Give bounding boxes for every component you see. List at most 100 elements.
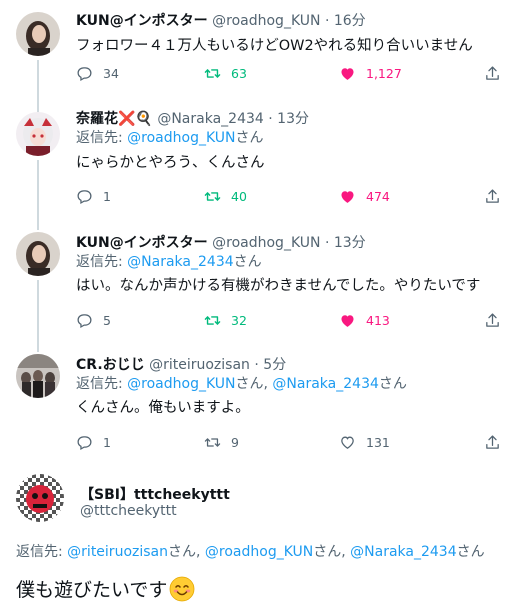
replying-to-label: 返信先: [76, 376, 128, 392]
thread-line [37, 340, 39, 352]
retweet-button[interactable]: 9 [204, 434, 239, 451]
replying-to-label: 返信先: [76, 130, 128, 146]
heart-icon [341, 436, 354, 449]
like-button[interactable]: 131 [339, 434, 390, 451]
retweet-count: 32 [231, 313, 247, 328]
like-button[interactable]: 413 [339, 312, 390, 329]
share-button[interactable] [484, 434, 501, 451]
share-icon [486, 435, 499, 449]
tweet-text: にゃらかとやろう、くんさん [76, 155, 265, 171]
reply-count: 5 [103, 313, 111, 328]
action-bar: 34 63 1,127 [76, 65, 499, 85]
reply-button[interactable]: 34 [76, 65, 119, 82]
retweet-button[interactable]: 63 [204, 65, 247, 82]
retweet-count: 9 [231, 435, 239, 450]
mention-link[interactable]: @riteiruozisan [67, 544, 168, 560]
replying-to: 返信先: @roadhog_KUNさん, @Naraka_2434さん [76, 376, 407, 392]
honorific: さん [378, 376, 407, 392]
honorific: さん [456, 544, 485, 560]
share-button[interactable] [484, 312, 501, 329]
handle[interactable]: @roadhog_KUN [212, 235, 320, 251]
mention-link[interactable]: @Naraka_2434 [127, 254, 233, 270]
like-count: 413 [366, 313, 390, 328]
retweet-icon [204, 316, 221, 325]
tweet-header: KUN@インポスター @roadhog_KUN · 16分 [76, 12, 497, 30]
replying-to-label: 返信先: [16, 544, 68, 560]
like-button[interactable]: 474 [339, 188, 390, 205]
separator-dot: · [268, 111, 278, 127]
separator-dot: · [324, 13, 334, 29]
mention-separator: , [341, 544, 351, 560]
reply-button[interactable]: 1 [76, 188, 111, 205]
handle[interactable]: @roadhog_KUN [212, 13, 320, 29]
honorific: さん [168, 544, 196, 560]
thread-line [37, 280, 39, 340]
replying-to-label: 返信先: [76, 254, 128, 270]
share-button[interactable] [484, 65, 501, 82]
like-button[interactable]: 1,127 [339, 65, 402, 82]
retweet-icon [204, 69, 221, 78]
display-name[interactable]: KUN@インポスター [76, 13, 208, 29]
tweet-text: 僕も遊びたいです [16, 575, 195, 602]
replying-to: 返信先: @roadhog_KUNさん [76, 128, 497, 148]
honorific: さん [235, 130, 264, 146]
reply-count: 1 [103, 189, 111, 204]
tweet-text: くんさん。俺もいますよ。 [76, 400, 250, 416]
tweet-header: KUN@インポスター @roadhog_KUN · 13分 [76, 234, 497, 252]
replying-to: 返信先: @Naraka_2434さん [76, 252, 497, 272]
separator-dot: · [254, 357, 264, 373]
timestamp[interactable]: 13分 [334, 235, 366, 251]
thread-line [37, 224, 39, 230]
mention-link[interactable]: @roadhog_KUN [205, 544, 313, 560]
mention-link[interactable]: @roadhog_KUN [127, 376, 235, 392]
mention-link[interactable]: @Naraka_2434 [272, 376, 378, 392]
avatar[interactable] [16, 232, 60, 276]
handle[interactable]: @Naraka_2434 [157, 111, 263, 127]
retweet-icon [204, 192, 221, 201]
share-icon [486, 313, 499, 327]
retweet-count: 63 [231, 66, 247, 81]
heart-icon [341, 191, 354, 203]
honorific: さん [313, 544, 342, 560]
reply-icon [77, 314, 92, 328]
reply-icon [77, 190, 92, 204]
heart-icon [341, 68, 354, 80]
smiling-face-emoji [169, 576, 195, 602]
reply-button[interactable]: 5 [76, 312, 111, 329]
tweet-text-body: 僕も遊びたいです [16, 579, 168, 601]
handle[interactable]: @riteiruozisan [149, 357, 250, 373]
tweet-header: 奈羅花❌🍳 @Naraka_2434 · 13分 [76, 110, 497, 128]
mention-link[interactable]: @Naraka_2434 [350, 544, 456, 560]
display-name[interactable]: 奈羅花❌🍳 [76, 111, 153, 127]
replying-to: 返信先: @riteiruozisanさん, @roadhog_KUNさん, @… [16, 541, 485, 561]
timestamp[interactable]: 13分 [277, 111, 309, 127]
reply-count: 34 [103, 66, 119, 81]
avatar[interactable] [16, 12, 60, 56]
reply-icon [77, 67, 92, 81]
like-count: 1,127 [366, 66, 402, 81]
avatar[interactable] [16, 112, 60, 156]
reply-tweet-4[interactable]: CR.おじじ @riteiruozisan · 5分 返信先: @roadhog… [0, 340, 511, 462]
share-button[interactable] [484, 188, 501, 205]
tweet-header: CR.おじじ @riteiruozisan · 5分 [76, 356, 497, 374]
thread-line [37, 60, 39, 108]
display-name[interactable]: 【SBI】tttcheekyttt [80, 484, 230, 504]
avatar[interactable] [16, 474, 64, 522]
timestamp[interactable]: 16分 [334, 13, 366, 29]
avatar[interactable] [16, 354, 60, 398]
mention-link[interactable]: @roadhog_KUN [127, 130, 235, 146]
retweet-button[interactable]: 40 [204, 188, 247, 205]
reply-tweet-3[interactable]: KUN@インポスター @roadhog_KUN · 13分 返信先: @Nara… [0, 224, 511, 340]
reply-count: 1 [103, 435, 111, 450]
timestamp[interactable]: 5分 [263, 357, 286, 373]
retweet-count: 40 [231, 189, 247, 204]
reply-tweet-2[interactable]: 奈羅花❌🍳 @Naraka_2434 · 13分 返信先: @roadhog_K… [0, 108, 511, 224]
display-name[interactable]: KUN@インポスター [76, 235, 208, 251]
share-icon [486, 189, 499, 203]
retweet-button[interactable]: 32 [204, 312, 247, 329]
reply-button[interactable]: 1 [76, 434, 111, 451]
reply-tweet-1[interactable]: KUN@インポスター @roadhog_KUN · 16分 フォロワー４１万人も… [0, 0, 511, 108]
display-name[interactable]: CR.おじじ [76, 357, 145, 373]
handle[interactable]: @tttcheekyttt [80, 503, 177, 519]
honorific: さん [233, 254, 262, 270]
